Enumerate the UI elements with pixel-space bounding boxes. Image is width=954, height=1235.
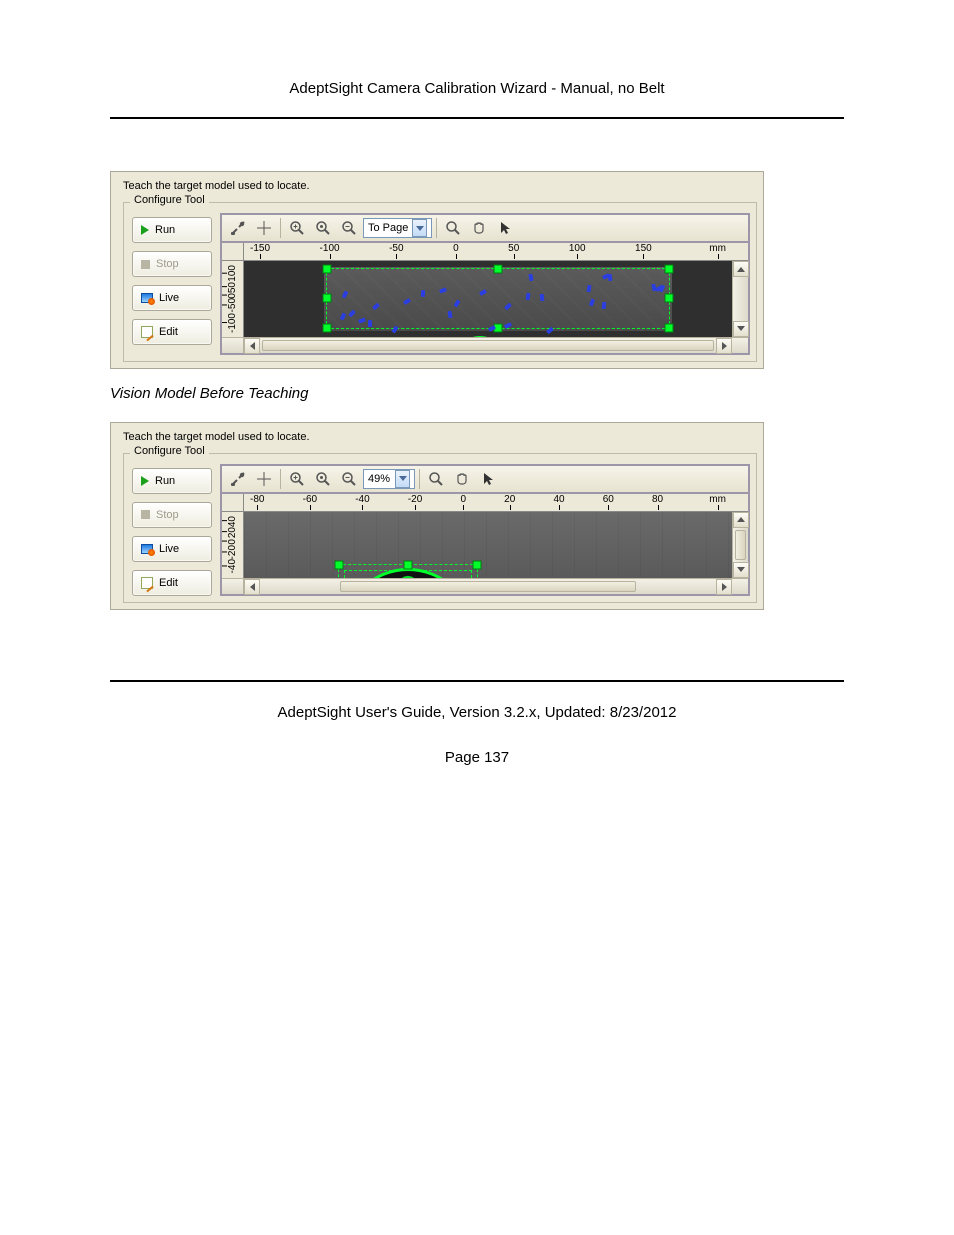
edit-label: Edit — [159, 577, 178, 589]
configure-tool-group: Configure Tool Run Stop Live — [123, 453, 757, 603]
live-label: Live — [159, 543, 179, 555]
ruler-corner — [222, 494, 244, 512]
zoom-combo[interactable]: To Page — [363, 218, 432, 238]
ruler-x: -150 -100 -50 0 50 100 150 mm — [244, 243, 732, 261]
stop-button[interactable]: Stop — [132, 502, 212, 528]
bounding-box — [344, 570, 472, 578]
pointer-icon[interactable] — [493, 217, 517, 239]
vertical-scrollbar[interactable] — [732, 512, 748, 578]
viewer-canvas[interactable] — [244, 512, 732, 578]
horizontal-scrollbar[interactable] — [222, 578, 748, 594]
target-disc[interactable] — [454, 336, 506, 337]
live-icon — [141, 293, 153, 303]
play-icon — [141, 476, 149, 486]
zoom-in-icon[interactable] — [285, 468, 309, 490]
page-header: AdeptSight Camera Calibration Wizard - M… — [110, 80, 844, 119]
zoom-fit-icon[interactable] — [311, 468, 335, 490]
zoom-value: 49% — [368, 473, 390, 485]
ruler-x: -80 -60 -40 -20 0 20 40 60 80 mm — [244, 494, 732, 512]
ruler-y: 100 50 0 -50 -100 — [222, 261, 244, 337]
play-icon — [141, 225, 149, 235]
viewer-toolbar: To Page — [222, 215, 748, 243]
screenshot-before-teaching: Teach the target model used to locate. C… — [110, 171, 764, 369]
zoom-combo[interactable]: 49% — [363, 469, 415, 489]
edit-icon — [141, 577, 153, 589]
footer-text: AdeptSight User's Guide, Version 3.2.x, … — [110, 704, 844, 721]
live-button[interactable]: Live — [132, 285, 212, 311]
tools-icon[interactable] — [226, 217, 250, 239]
stop-button[interactable]: Stop — [132, 251, 212, 277]
figure-caption: Vision Model Before Teaching — [110, 385, 844, 402]
edit-button[interactable]: Edit — [132, 319, 212, 345]
scroll-right-icon[interactable] — [716, 579, 732, 595]
ruler-y: 40 20 0 -20 -40 — [222, 512, 244, 578]
page-footer: AdeptSight User's Guide, Version 3.2.x, … — [110, 680, 844, 766]
scroll-down-icon[interactable] — [733, 321, 749, 337]
zoom-out-icon[interactable] — [337, 217, 361, 239]
page-number: Page 137 — [110, 749, 844, 766]
zoom-in-icon[interactable] — [285, 217, 309, 239]
selection-roi[interactable] — [326, 268, 670, 329]
run-button[interactable]: Run — [132, 468, 212, 494]
magnify-icon[interactable] — [424, 468, 448, 490]
stop-label: Stop — [156, 258, 179, 270]
stop-icon — [141, 260, 150, 269]
scroll-left-icon[interactable] — [244, 579, 260, 595]
stop-label: Stop — [156, 509, 179, 521]
scroll-right-icon[interactable] — [716, 338, 732, 354]
chevron-down-icon[interactable] — [395, 470, 410, 488]
image-viewer: 49% — [220, 464, 750, 596]
group-label: Configure Tool — [130, 194, 209, 206]
zoom-value: To Page — [368, 222, 408, 234]
vertical-scrollbar[interactable] — [732, 261, 748, 337]
configure-tool-group: Configure Tool Run Stop Live — [123, 202, 757, 362]
tools-icon[interactable] — [226, 468, 250, 490]
viewer-canvas[interactable] — [244, 261, 732, 337]
zoom-fit-icon[interactable] — [311, 217, 335, 239]
instruction-text: Teach the target model used to locate. — [123, 180, 757, 192]
stop-icon — [141, 510, 150, 519]
run-label: Run — [155, 475, 175, 487]
viewer-toolbar: 49% — [222, 466, 748, 494]
horizontal-scrollbar[interactable] — [222, 337, 748, 353]
scroll-up-icon[interactable] — [733, 512, 749, 528]
zoom-out-icon[interactable] — [337, 468, 361, 490]
image-viewer: To Page — [220, 213, 750, 355]
live-button[interactable]: Live — [132, 536, 212, 562]
crosshair-icon[interactable] — [252, 217, 276, 239]
scroll-left-icon[interactable] — [244, 338, 260, 354]
group-label: Configure Tool — [130, 445, 209, 457]
crosshair-icon[interactable] — [252, 468, 276, 490]
live-label: Live — [159, 292, 179, 304]
ruler-corner — [222, 243, 244, 261]
hand-pan-icon[interactable] — [450, 468, 474, 490]
run-label: Run — [155, 224, 175, 236]
hand-pan-icon[interactable] — [467, 217, 491, 239]
pointer-icon[interactable] — [476, 468, 500, 490]
edit-icon — [141, 326, 153, 338]
scroll-up-icon[interactable] — [733, 261, 749, 277]
screenshot-after-teaching: Teach the target model used to locate. C… — [110, 422, 764, 610]
scroll-down-icon[interactable] — [733, 562, 749, 578]
chevron-down-icon[interactable] — [412, 219, 427, 237]
edit-label: Edit — [159, 326, 178, 338]
magnify-icon[interactable] — [441, 217, 465, 239]
edit-button[interactable]: Edit — [132, 570, 212, 596]
run-button[interactable]: Run — [132, 217, 212, 243]
instruction-text: Teach the target model used to locate. — [123, 431, 757, 443]
live-icon — [141, 544, 153, 554]
